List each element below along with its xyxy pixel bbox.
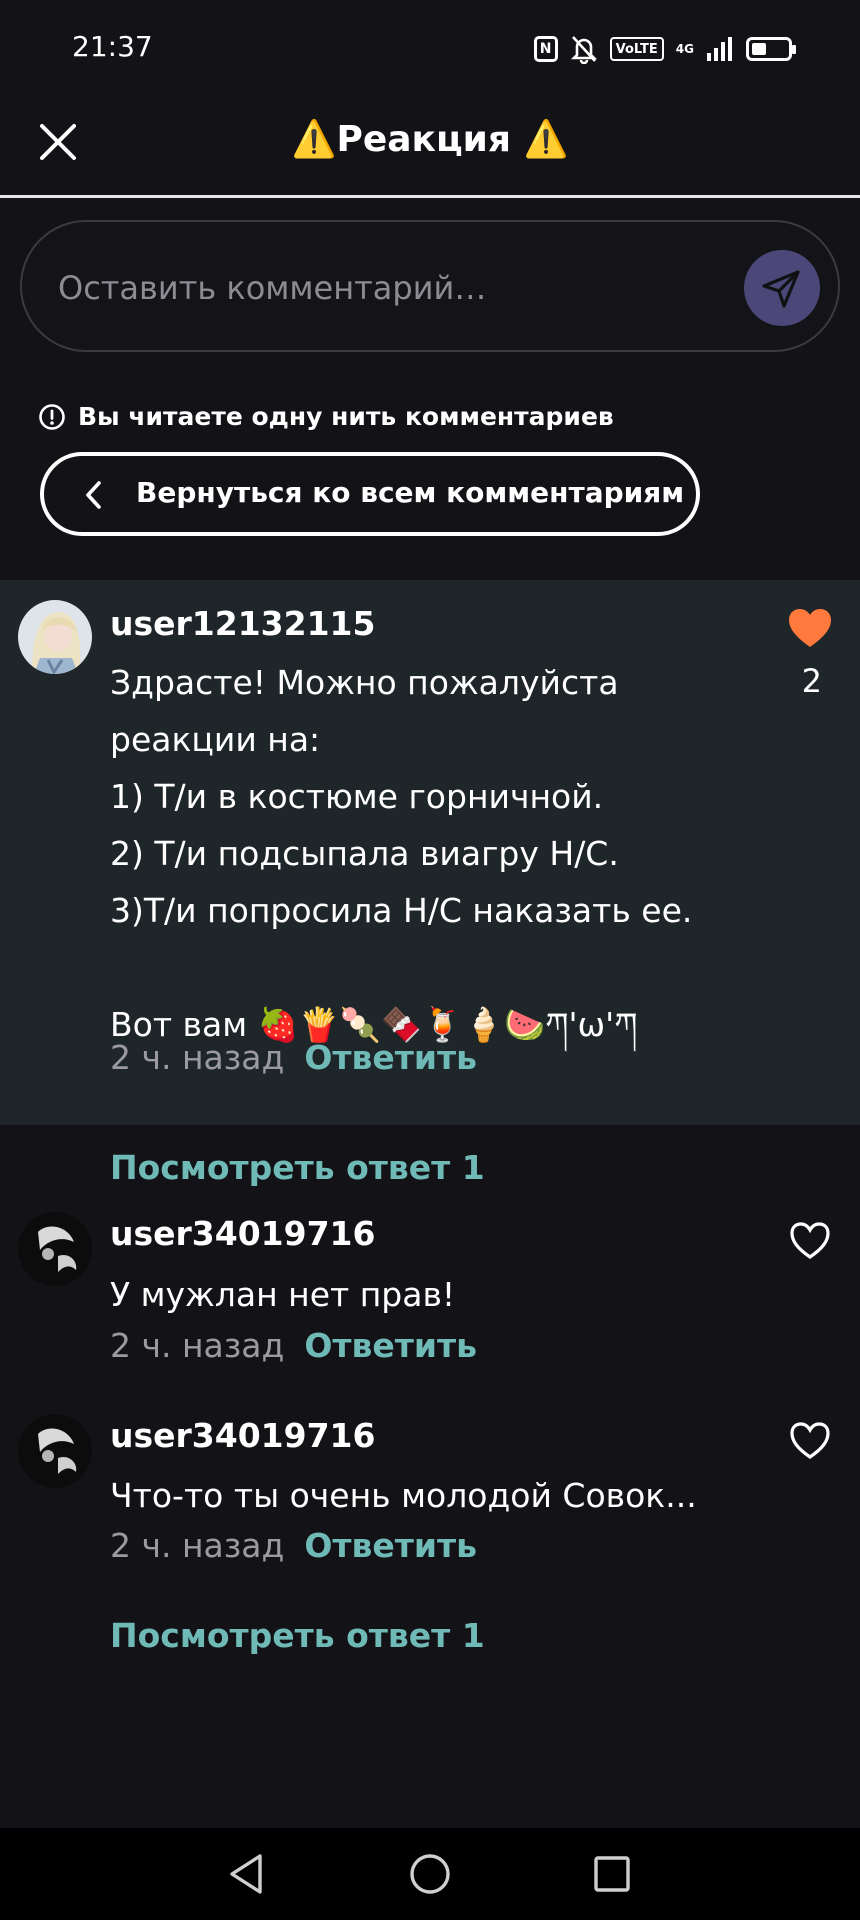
avatar[interactable] [18, 1212, 92, 1286]
reply-button[interactable]: Ответить [304, 1038, 477, 1077]
comment-text: Здрасте! Можно пожалуйста реакции на: 1)… [110, 663, 693, 1044]
comment-time: 2 ч. назад [110, 1326, 285, 1365]
comment-meta: 2 ч. назад Ответить [110, 1326, 477, 1365]
comment-item: user34019716 У мужлан нет прав! 2 ч. наз… [0, 1210, 860, 1370]
mute-icon [570, 34, 598, 64]
status-bar: 21:37 N VoLTE 4G [0, 0, 860, 96]
nav-back-button[interactable] [218, 1846, 274, 1902]
like-count: 2 [801, 662, 822, 700]
avatar[interactable] [18, 600, 92, 674]
nfc-icon: N [533, 36, 558, 62]
reply-button[interactable]: Ответить [304, 1326, 477, 1365]
like-button[interactable] [786, 606, 834, 650]
like-button[interactable] [786, 1218, 834, 1262]
comments-screen: 21:37 N VoLTE 4G ⚠️Реакция ⚠️ Оставить к… [0, 0, 860, 1920]
back-icon [230, 1854, 262, 1894]
header: ⚠️Реакция ⚠️ [0, 96, 860, 198]
comment-item: user34019716 Что-то ты очень молодой Сов… [0, 1410, 860, 1570]
reply-button[interactable]: Ответить [304, 1526, 477, 1565]
comment-username[interactable]: user34019716 [110, 1416, 375, 1455]
network-type-label: 4G [675, 42, 694, 56]
like-button[interactable] [786, 1418, 834, 1462]
comment-time: 2 ч. назад [110, 1038, 285, 1077]
chevron-left-icon [86, 481, 101, 509]
send-icon [762, 270, 800, 308]
send-button[interactable] [744, 250, 820, 326]
volte-icon: VoLTE [609, 37, 664, 61]
view-replies-link[interactable]: Посмотреть ответ 1 [110, 1616, 485, 1655]
avatar[interactable] [18, 1414, 92, 1488]
comment-username[interactable]: user34019716 [110, 1214, 375, 1253]
status-icons: N VoLTE 4G [533, 34, 796, 64]
view-replies-link[interactable]: Посмотреть ответ 1 [110, 1148, 485, 1187]
heart-outline-icon [790, 1422, 830, 1459]
comment-input[interactable] [58, 258, 738, 318]
navigation-bar [0, 1828, 860, 1920]
heart-filled-icon [789, 609, 831, 647]
nav-home-button[interactable] [402, 1846, 458, 1902]
battery-level [752, 43, 766, 55]
comment-meta: 2 ч. назад Ответить [110, 1526, 477, 1565]
thread-notice: Вы читаете одну нить комментариев [38, 402, 614, 431]
status-time: 21:37 [72, 30, 153, 63]
comment-composer [20, 220, 840, 352]
signal-icon [706, 36, 734, 62]
info-icon [39, 403, 65, 430]
battery-icon [746, 37, 796, 61]
comment-username[interactable]: user12132115 [110, 604, 375, 643]
heart-outline-icon [790, 1222, 830, 1259]
nav-recents-button[interactable] [584, 1846, 640, 1902]
comment-text: Что-то ты очень молодой Совок... [110, 1476, 697, 1515]
thread-notice-text: Вы читаете одну нить комментариев [78, 402, 614, 431]
comment-meta: 2 ч. назад Ответить [110, 1038, 477, 1077]
recents-icon [594, 1856, 630, 1892]
home-icon [410, 1854, 450, 1894]
comment-text: У мужлан нет прав! [110, 1275, 456, 1314]
back-button-label: Вернуться ко всем комментариям [136, 476, 685, 509]
back-to-all-comments-button[interactable]: Вернуться ко всем комментариям [40, 452, 700, 536]
comment-time: 2 ч. назад [110, 1526, 285, 1565]
comment-item: user12132115 Здрасте! Можно пожалуйста р… [0, 580, 860, 1125]
page-title: ⚠️Реакция ⚠️ [291, 119, 569, 160]
